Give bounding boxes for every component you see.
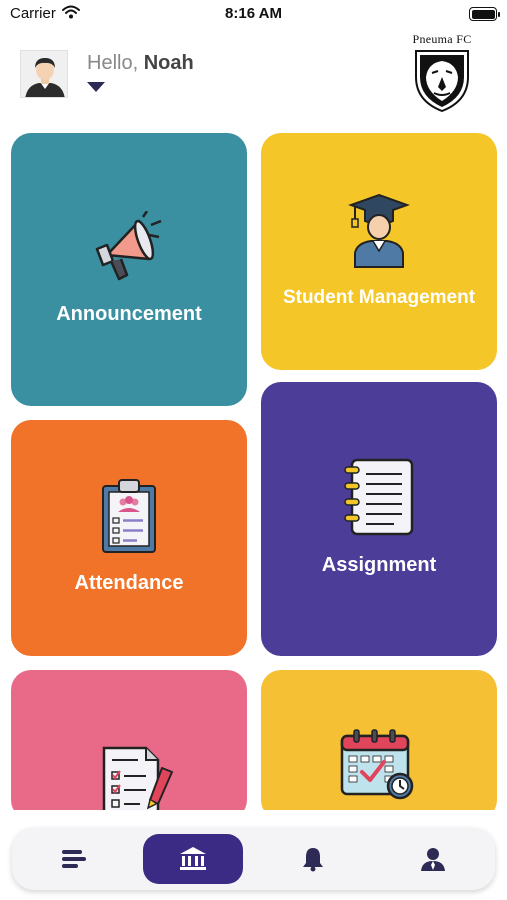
assignment-tile[interactable]: Assignment (261, 382, 497, 656)
calendar-icon (340, 728, 418, 807)
calendar-tile[interactable] (261, 670, 497, 820)
clock: 8:16 AM (225, 5, 282, 22)
menu-icon (62, 850, 86, 868)
attendance-tile[interactable]: Attendance (11, 420, 247, 656)
nav-menu-button[interactable] (24, 834, 124, 884)
user-avatar-icon (21, 51, 67, 97)
greeting-text: Hello, Noah (87, 52, 194, 75)
nav-home-button[interactable] (143, 834, 243, 884)
bottom-nav (12, 828, 495, 890)
bank-icon (180, 847, 206, 870)
graduate-icon (347, 191, 411, 274)
club-logo: Pneuma FC (404, 32, 480, 116)
bell-icon (303, 848, 323, 872)
club-name: Pneuma FC (412, 32, 472, 46)
nav-notifications-button[interactable] (263, 834, 363, 884)
document-pen-icon (100, 746, 176, 820)
student-management-tile[interactable]: Student Management (261, 133, 497, 370)
announcement-tile[interactable]: Announcement (11, 133, 247, 406)
lion-crest-icon (415, 50, 469, 113)
user-name: Noah (143, 52, 194, 74)
nav-profile-button[interactable] (383, 834, 483, 884)
battery-icon (469, 7, 500, 21)
attendance-label: Attendance (74, 572, 184, 594)
announcement-label: Announcement (56, 303, 202, 325)
megaphone-icon (91, 210, 167, 288)
caret-down-icon (87, 82, 105, 92)
assignment-label: Assignment (321, 554, 437, 576)
document-tile[interactable] (11, 670, 247, 820)
greeting-prefix: Hello, (87, 52, 144, 74)
profile-icon (421, 848, 445, 871)
avatar[interactable] (20, 50, 68, 98)
clipboard-icon (101, 478, 157, 559)
student-management-label: Student Management (282, 287, 476, 308)
status-bar: Carrier 8:16 AM (0, 0, 507, 30)
user-menu-dropdown[interactable] (86, 80, 106, 98)
notebook-icon (344, 458, 414, 541)
